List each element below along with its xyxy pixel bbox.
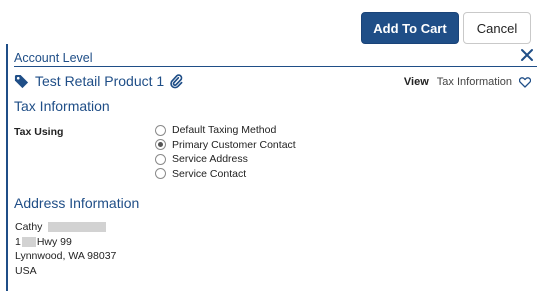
address-city: Lynnwood, WA 98037 [15,250,117,262]
address-country-line: USA [15,264,116,279]
account-level-header: Account Level [14,51,93,65]
address-block: Cathy 1 Hwy 99 Lynnwood, WA 98037 USA [15,220,116,278]
radio-option-label: Service Address [172,153,248,166]
address-street-suffix: Hwy 99 [36,235,72,248]
radio-option-service-contact[interactable]: Service Contact [155,167,296,182]
radio-option-label: Primary Customer Contact [172,138,296,151]
top-toolbar: Add To Cart Cancel [0,0,543,44]
product-title-row: Test Retail Product 1 [14,72,183,90]
redacted-street-number [21,236,36,247]
paperclip-icon[interactable] [170,73,183,89]
radio-button[interactable] [155,168,166,180]
address-first-name: Cathy [15,221,43,233]
address-street-line: 1 Hwy 99 [15,235,116,250]
radio-button[interactable] [155,153,166,165]
close-icon[interactable] [520,48,534,62]
panel-accent-border [6,44,8,291]
redacted-last-name [48,222,107,233]
view-selector[interactable]: View Tax Information [404,76,531,88]
radio-option-label: Service Contact [172,167,247,180]
header-divider [14,66,537,67]
radio-option-service-address[interactable]: Service Address [155,152,296,167]
view-value[interactable]: Tax Information [437,76,512,88]
tax-information-title: Tax Information [14,98,110,114]
radio-option-primary-customer-contact[interactable]: Primary Customer Contact [155,138,296,153]
heart-icon[interactable] [519,76,531,88]
radio-option-default-taxing-method[interactable]: Default Taxing Method [155,123,296,138]
address-city-line: Lynnwood, WA 98037 [15,249,116,264]
radio-option-label: Default Taxing Method [172,124,277,137]
radio-button-selected[interactable] [155,139,166,151]
view-label: View [403,76,429,88]
radio-button[interactable] [155,124,166,136]
add-to-cart-button[interactable]: Add To Cart [361,12,459,44]
cancel-button[interactable]: Cancel [463,12,531,44]
product-name: Test Retail Product 1 [35,73,165,89]
address-country: USA [15,264,37,277]
tag-icon [14,74,29,88]
address-street-prefix: 1 [15,235,21,248]
tax-using-radio-group: Default Taxing Method Primary Customer C… [155,123,296,181]
address-information-title: Address Information [14,195,140,211]
address-name-line: Cathy [15,220,116,235]
tax-using-label: Tax Using [14,126,64,138]
